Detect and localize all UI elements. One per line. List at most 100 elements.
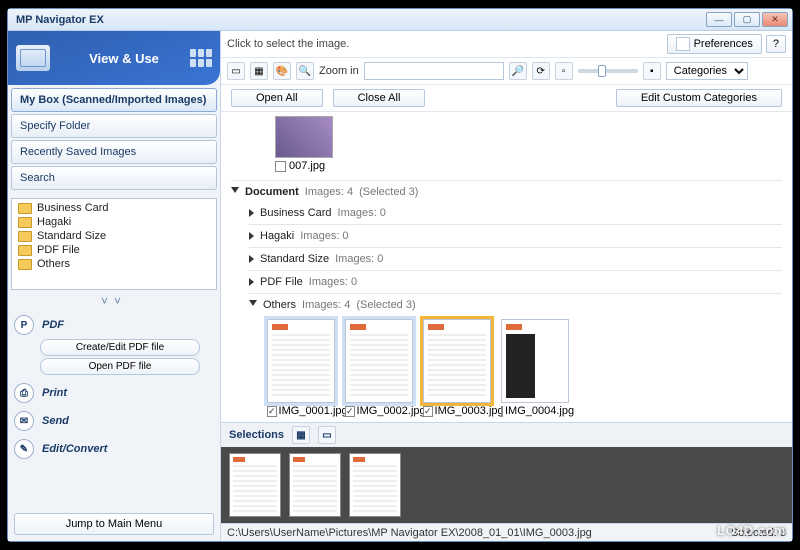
group-document[interactable]: Document Images: 4 (Selected 3)	[231, 184, 782, 200]
folder-icon	[18, 245, 32, 256]
open-all-button[interactable]: Open All	[231, 89, 323, 107]
thumbnail-card[interactable]: IMG_0004.jpg	[501, 319, 569, 417]
checkbox[interactable]	[423, 406, 433, 417]
minimize-button[interactable]: —	[706, 12, 732, 27]
action-edit[interactable]: ✎Edit/Convert	[12, 435, 216, 463]
search-input[interactable]	[364, 62, 504, 80]
close-all-button[interactable]: Close All	[333, 89, 426, 107]
chevron-right-icon	[249, 209, 254, 217]
group-toolbar: Open All Close All Edit Custom Categorie…	[221, 85, 792, 112]
group-business-card[interactable]: Business CardImages: 0	[249, 205, 782, 221]
thumbnail-card[interactable]: IMG_0002.jpg	[345, 319, 413, 417]
content-area: 007.jpg Document Images: 4 (Selected 3) …	[221, 112, 792, 422]
close-button[interactable]: ✕	[762, 12, 788, 27]
group-others[interactable]: OthersImages: 4(Selected 3)	[249, 297, 782, 313]
sidebar-header-label: View & Use	[58, 51, 190, 66]
collapse-toggle[interactable]: ˅˅	[8, 293, 220, 309]
selections-panel: Selections ▦ ▭	[221, 422, 792, 523]
selection-thumb[interactable]	[349, 453, 401, 517]
thumbnail-image[interactable]	[501, 319, 569, 403]
chevron-down-icon	[249, 300, 257, 310]
zoom-label: Zoom in	[319, 65, 359, 77]
tree-item[interactable]: Standard Size	[18, 229, 210, 243]
thumbnail-image[interactable]	[267, 319, 335, 403]
jump-main-menu-button[interactable]: Jump to Main Menu	[14, 513, 214, 535]
thumbnail-card[interactable]: IMG_0003.jpg	[423, 319, 491, 417]
selections-strip	[221, 447, 792, 523]
nav-search[interactable]: Search	[11, 166, 217, 190]
thumb-large-icon[interactable]: ▪	[643, 62, 661, 80]
thumbnail-grid-icon[interactable]	[190, 49, 212, 67]
thumb-size-slider[interactable]	[578, 69, 638, 73]
selections-title: Selections	[229, 429, 284, 441]
chevron-right-icon	[249, 232, 254, 240]
thumbnail-row: IMG_0001.jpg IMG_0002.jpg IMG_0003.jpg	[267, 319, 782, 417]
view-toolbar: ▭ ▦ 🎨 🔍 Zoom in 🔎 ⟳ ▫ ▪ Categories	[221, 58, 792, 85]
thumb-small-icon[interactable]: ▫	[555, 62, 573, 80]
group-hagaki[interactable]: HagakiImages: 0	[249, 228, 782, 244]
folder-icon	[18, 203, 32, 214]
palette-icon[interactable]: 🎨	[273, 62, 291, 80]
action-pdf[interactable]: PPDF	[12, 311, 216, 339]
checkbox[interactable]	[501, 406, 503, 417]
sort-select[interactable]: Categories	[666, 62, 748, 80]
thumbnail-image[interactable]	[345, 319, 413, 403]
thumbnail-image[interactable]	[423, 319, 491, 403]
sidebar-nav: My Box (Scanned/Imported Images) Specify…	[8, 85, 220, 195]
checkbox[interactable]	[267, 406, 277, 417]
nav-recently-saved[interactable]: Recently Saved Images	[11, 140, 217, 164]
nav-specify-folder[interactable]: Specify Folder	[11, 114, 217, 138]
preferences-button[interactable]: Preferences	[667, 34, 762, 54]
hint-text: Click to select the image.	[227, 38, 349, 50]
refresh-icon[interactable]: ⟳	[532, 62, 550, 80]
tree-item[interactable]: Hagaki	[18, 215, 210, 229]
tree-item[interactable]: Others	[18, 257, 210, 271]
selection-thumb[interactable]	[289, 453, 341, 517]
window-title: MP Navigator EX	[12, 14, 104, 26]
edit-icon: ✎	[14, 439, 34, 459]
view-grid-icon[interactable]: ▦	[292, 426, 310, 444]
view-single-icon[interactable]: ▭	[227, 62, 245, 80]
tree-item[interactable]: PDF File	[18, 243, 210, 257]
thumbnail[interactable]	[275, 116, 333, 158]
scanner-icon	[16, 45, 50, 71]
open-pdf-button[interactable]: Open PDF file	[40, 358, 200, 375]
thumb-label: 007.jpg	[289, 160, 325, 172]
nav-my-box[interactable]: My Box (Scanned/Imported Images)	[11, 88, 217, 112]
tree-item[interactable]: Business Card	[18, 201, 210, 215]
selection-thumb[interactable]	[229, 453, 281, 517]
action-send[interactable]: ✉Send	[12, 407, 216, 435]
folder-icon	[18, 259, 32, 270]
status-path: C:\Users\UserName\Pictures\MP Navigator …	[227, 527, 592, 539]
checkbox[interactable]	[345, 406, 355, 417]
maximize-button[interactable]: ▢	[734, 12, 760, 27]
pdf-icon: P	[14, 315, 34, 335]
create-pdf-button[interactable]: Create/Edit PDF file	[40, 339, 200, 356]
main-panel: Click to select the image. Preferences ?…	[221, 31, 792, 541]
search-go-icon[interactable]: 🔎	[509, 62, 527, 80]
app-window: MP Navigator EX — ▢ ✕ View & Use My Box …	[7, 8, 793, 542]
titlebar: MP Navigator EX — ▢ ✕	[8, 9, 792, 31]
print-icon: ⎙	[14, 383, 34, 403]
slider-icon	[676, 37, 690, 51]
checkbox[interactable]	[275, 161, 286, 172]
view-grid-icon[interactable]: ▦	[250, 62, 268, 80]
send-icon: ✉	[14, 411, 34, 431]
sidebar-header: View & Use	[8, 31, 220, 85]
clear-icon[interactable]: ▭	[318, 426, 336, 444]
status-selected: Selected: 3	[731, 527, 786, 539]
action-print[interactable]: ⎙Print	[12, 379, 216, 407]
edit-categories-button[interactable]: Edit Custom Categories	[616, 89, 782, 107]
folder-icon	[18, 231, 32, 242]
thumbnail-card[interactable]: IMG_0001.jpg	[267, 319, 335, 417]
group-standard-size[interactable]: Standard SizeImages: 0	[249, 251, 782, 267]
help-button[interactable]: ?	[766, 35, 786, 53]
sidebar: View & Use My Box (Scanned/Imported Imag…	[8, 31, 221, 541]
statusbar: C:\Users\UserName\Pictures\MP Navigator …	[221, 523, 792, 541]
top-toolbar: Click to select the image. Preferences ?	[221, 31, 792, 58]
group-pdf-file[interactable]: PDF FileImages: 0	[249, 274, 782, 290]
folder-icon	[18, 217, 32, 228]
zoom-icon[interactable]: 🔍	[296, 62, 314, 80]
folder-tree[interactable]: Business Card Hagaki Standard Size PDF F…	[11, 198, 217, 290]
chevron-right-icon	[249, 278, 254, 286]
